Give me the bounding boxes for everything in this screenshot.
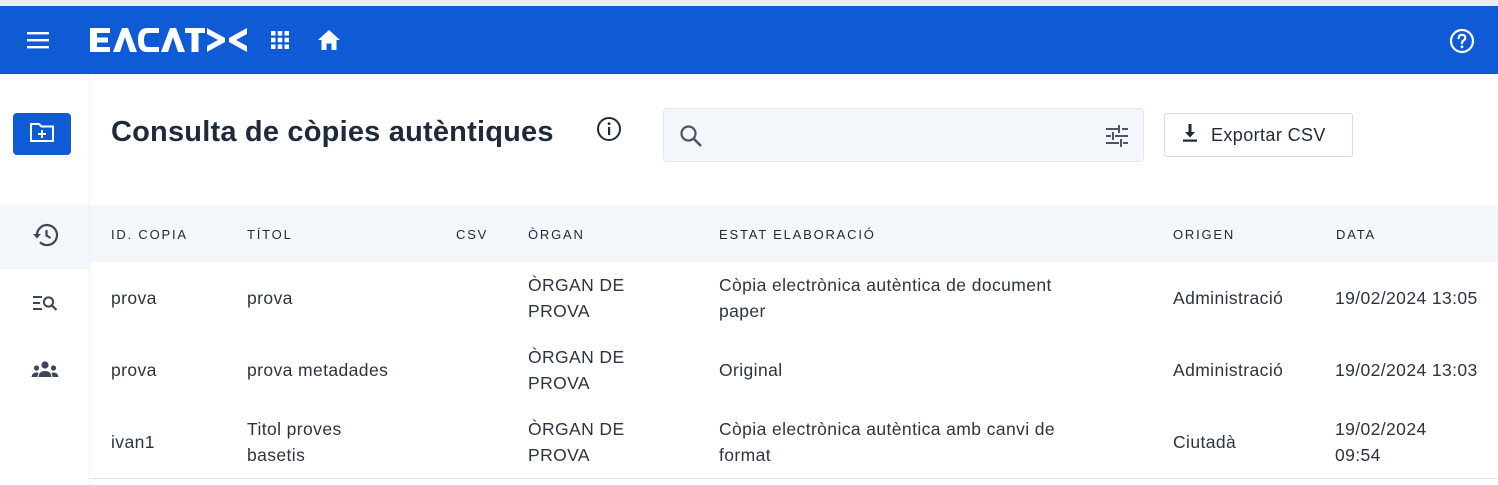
cell-id-copia: ivan1 xyxy=(111,432,155,452)
cell-organ: ÒRGAN DE PROVA xyxy=(528,419,625,465)
table-row[interactable]: prova prova ÒRGAN DE PROVA Còpia electròn… xyxy=(90,262,1498,335)
table-row[interactable]: ivan1 Titol proves basetis ÒRGAN DE PROVA … xyxy=(90,406,1498,479)
column-header-csv[interactable]: CSV xyxy=(456,227,488,242)
cell-data: 19/02/2024 13:05 xyxy=(1335,288,1478,308)
search-icon xyxy=(678,123,704,149)
cell-origen: Ciutadà xyxy=(1173,432,1237,452)
cell-data: 19/02/2024 09:54 xyxy=(1335,419,1427,465)
search-bar xyxy=(663,108,1144,162)
cell-estat-elaboracio: Còpia electrònica autèntica de document p… xyxy=(719,275,1052,321)
info-icon[interactable] xyxy=(596,116,622,142)
column-header-data[interactable]: DATA xyxy=(1336,227,1376,242)
home-icon[interactable] xyxy=(314,25,344,55)
folder-add-icon xyxy=(29,121,55,148)
cell-titol: Titol proves basetis xyxy=(247,419,342,465)
cell-data: 19/02/2024 13:03 xyxy=(1335,360,1478,380)
cell-id-copia: prova xyxy=(111,360,157,380)
column-header-organ[interactable]: ÒRGAN xyxy=(528,227,585,242)
cell-origen: Administració xyxy=(1173,360,1284,380)
help-icon[interactable] xyxy=(1448,27,1476,55)
export-csv-button[interactable]: Exportar CSV xyxy=(1164,113,1353,157)
new-folder-button[interactable] xyxy=(13,113,71,155)
column-header-id-copia[interactable]: ID. COPIA xyxy=(111,227,188,242)
cell-origen: Administració xyxy=(1173,288,1284,308)
apps-grid-icon[interactable] xyxy=(266,26,294,54)
cell-organ: ÒRGAN DE PROVA xyxy=(528,347,625,393)
app-header xyxy=(0,6,1498,74)
column-header-estat-elaboracio[interactable]: ESTAT ELABORACIÓ xyxy=(719,227,876,242)
eacat-logo[interactable] xyxy=(88,25,248,55)
search-input[interactable] xyxy=(714,119,1088,153)
list-search-icon xyxy=(31,292,59,319)
menu-icon[interactable] xyxy=(22,24,54,56)
cell-organ: ÒRGAN DE PROVA xyxy=(528,275,625,321)
table-header: ID. COPIA TÍTOL CSV ÒRGAN ESTAT ELABORAC… xyxy=(90,206,1498,262)
groups-icon xyxy=(30,360,60,385)
cell-estat-elaboracio: Còpia electrònica autèntica amb canvi de… xyxy=(719,419,1056,465)
download-icon xyxy=(1181,123,1199,148)
filter-tune-icon[interactable] xyxy=(1104,123,1130,149)
cell-estat-elaboracio: Original xyxy=(719,360,783,380)
sidebar-item-search-list[interactable] xyxy=(0,273,89,337)
sidebar-item-users[interactable] xyxy=(0,340,89,404)
page-title: Consulta de còpies autèntiques xyxy=(111,116,554,148)
column-header-titol[interactable]: TÍTOL xyxy=(247,227,293,242)
cell-titol: prova metadades xyxy=(247,360,389,380)
sidebar xyxy=(0,74,90,485)
sidebar-item-history[interactable] xyxy=(0,205,89,269)
cell-id-copia: prova xyxy=(111,288,157,308)
column-header-origen[interactable]: ORIGEN xyxy=(1173,227,1235,242)
table-row[interactable]: prova prova metadades ÒRGAN DE PROVA Orig… xyxy=(90,334,1498,407)
export-csv-label: Exportar CSV xyxy=(1211,124,1326,145)
cell-titol: prova xyxy=(247,288,293,308)
history-icon xyxy=(31,222,59,253)
